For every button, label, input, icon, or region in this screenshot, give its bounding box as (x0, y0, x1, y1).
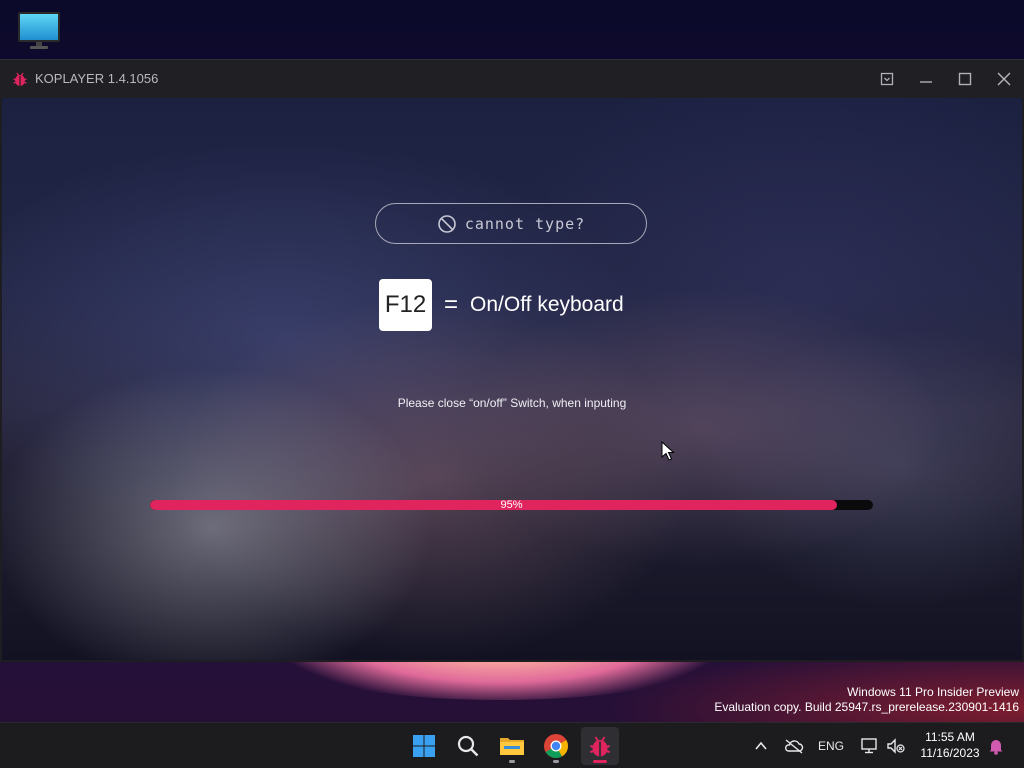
show-hidden-icons-button[interactable] (750, 723, 772, 768)
keyboard-shortcut-row: F12 = On/Off keyboard (379, 279, 624, 331)
chrome-button[interactable] (537, 727, 575, 765)
maximize-button[interactable] (953, 68, 977, 90)
key-label: F12 (384, 291, 427, 318)
onedrive-button[interactable] (782, 723, 806, 768)
settings-menu-button[interactable] (875, 68, 899, 90)
active-indicator (593, 760, 607, 763)
taskbar: ENG 11:55 AM 11/16/2023 (0, 722, 1024, 768)
network-button[interactable] (858, 723, 882, 768)
koplayer-window: KOPLAYER 1.4.1056 cannot type? F12 = On/… (0, 59, 1024, 662)
windows-start-icon (413, 735, 435, 757)
maximize-icon (958, 72, 972, 86)
f12-keycap: F12 (379, 279, 432, 331)
progress-label: 95% (500, 499, 523, 511)
watermark-line-1: Windows 11 Pro Insider Preview (847, 685, 1019, 699)
koplayer-bug-icon (13, 72, 27, 86)
close-icon (997, 72, 1011, 86)
volume-button[interactable] (884, 723, 908, 768)
dropdown-box-icon (880, 72, 894, 86)
koplayer-taskbar-button[interactable] (581, 727, 619, 765)
clock-time: 11:55 AM (925, 730, 975, 744)
loading-screen: cannot type? F12 = On/Off keyboard Pleas… (2, 98, 1022, 660)
network-icon (861, 738, 877, 754)
titlebar: KOPLAYER 1.4.1056 (0, 60, 1024, 98)
windows-watermark: Windows 11 Pro Insider Preview Evaluatio… (714, 685, 1019, 715)
folder-icon (500, 738, 524, 755)
cloud-offline-icon (784, 739, 804, 754)
window-title: KOPLAYER 1.4.1056 (35, 71, 159, 86)
chevron-up-icon (755, 741, 767, 750)
search-icon (457, 735, 479, 757)
language-indicator[interactable]: ENG (814, 723, 848, 768)
equals-sign: = (444, 291, 459, 318)
cannot-type-label: cannot type? (464, 214, 586, 233)
file-explorer-button[interactable] (493, 727, 531, 765)
watermark-line-2: Evaluation copy. Build 25947.rs_prerelea… (714, 700, 1019, 714)
running-indicator (553, 760, 559, 763)
clock[interactable]: 11:55 AM 11/16/2023 (910, 729, 990, 761)
running-indicator (509, 760, 515, 763)
cannot-type-button[interactable]: cannot type? (375, 203, 647, 244)
monitor-icon (18, 12, 60, 49)
key-description: On/Off keyboard (470, 293, 624, 316)
close-button[interactable] (992, 68, 1016, 90)
search-button[interactable] (449, 727, 487, 765)
start-button[interactable] (405, 727, 443, 765)
clock-date: 11/16/2023 (920, 746, 980, 760)
volume-muted-icon (887, 738, 905, 754)
mouse-cursor-icon (661, 441, 675, 461)
chrome-icon (544, 734, 568, 759)
language-label: ENG (817, 739, 844, 753)
this-pc-desktop-icon[interactable] (16, 10, 62, 52)
koplayer-icon (590, 736, 610, 757)
prohibited-icon (438, 214, 456, 233)
notifications-button[interactable] (986, 723, 1006, 768)
bell-icon (989, 740, 1003, 755)
minimize-icon (920, 81, 932, 83)
input-hint: Please close “on/off” Switch, when input… (397, 396, 627, 410)
minimize-button[interactable] (914, 68, 938, 90)
